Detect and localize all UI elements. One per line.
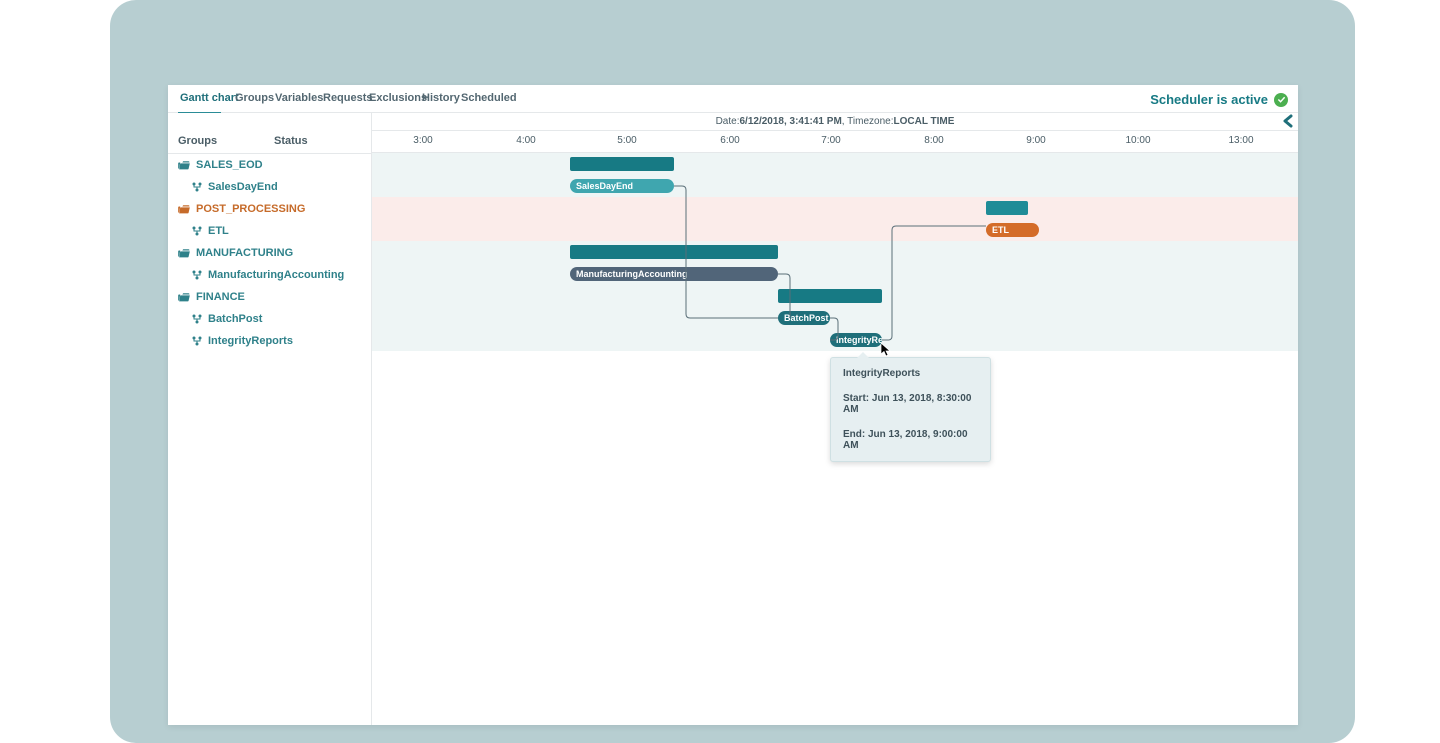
tick: 6:00 [720,135,739,146]
tz-value: LOCAL TIME [893,116,954,127]
tick: 4:00 [516,135,535,146]
folder-open-icon [178,292,190,302]
tick: 10:00 [1125,135,1150,146]
group-sales-eod[interactable]: SALES_EOD [168,154,371,176]
gantt-chart-area: Date:6/12/2018, 3:41:41 PM, Timezone:LOC… [372,113,1298,725]
tz-label: , Timezone: [842,116,894,127]
tick: 13:00 [1228,135,1253,146]
tick: 3:00 [413,135,432,146]
time-axis: 3:00 4:00 5:00 6:00 7:00 8:00 9:00 10:00… [372,131,1298,153]
job-salesdayend[interactable]: SalesDayEnd [168,176,371,198]
tooltip-title: IntegrityReports [843,368,978,379]
branch-icon [192,314,202,324]
group-manufacturing[interactable]: MANUFACTURING [168,242,371,264]
dependency-lines [372,153,1298,373]
date-value: 6/12/2018, 3:41:41 PM [739,116,841,127]
tab-gantt-chart[interactable]: Gantt chart [180,92,239,104]
group-label: MANUFACTURING [196,247,293,259]
job-etl[interactable]: ETL [168,220,371,242]
tick: 5:00 [617,135,636,146]
tab-requests[interactable]: Requests [323,92,373,104]
branch-icon [192,226,202,236]
cursor-arrow-icon [881,343,893,357]
job-label: ManufacturingAccounting [208,269,344,281]
branch-icon [192,182,202,192]
job-label: IntegrityReports [208,335,293,347]
check-circle-icon [1274,93,1288,107]
tab-scheduled[interactable]: Scheduled [461,92,517,104]
tooltip-end: End: Jun 13, 2018, 9:00:00 AM [843,429,978,451]
folder-open-icon [178,248,190,258]
sidebar-header: Groups Status [168,113,371,154]
info-bar: Date:6/12/2018, 3:41:41 PM, Timezone:LOC… [372,113,1298,131]
group-label: FINANCE [196,291,245,303]
tick: 7:00 [821,135,840,146]
job-label: ETL [208,225,229,237]
job-integrityreports[interactable]: IntegrityReports [168,330,371,352]
folder-open-icon [178,160,190,170]
job-label: SalesDayEnd [208,181,278,193]
tab-bar: Gantt chart Groups Variables Requests Ex… [168,85,1298,113]
tab-history[interactable]: History [422,92,460,104]
tab-groups[interactable]: Groups [235,92,274,104]
branch-icon [192,336,202,346]
job-batchpost[interactable]: BatchPost [168,308,371,330]
job-manufacturingaccounting[interactable]: ManufacturingAccounting [168,264,371,286]
group-finance[interactable]: FINANCE [168,286,371,308]
tick: 8:00 [924,135,943,146]
tooltip: IntegrityReports Start: Jun 13, 2018, 8:… [830,357,991,462]
header-status: Status [274,135,308,147]
tooltip-start: Start: Jun 13, 2018, 8:30:00 AM [843,393,978,415]
header-groups: Groups [178,135,217,147]
tick: 9:00 [1026,135,1045,146]
group-label: SALES_EOD [196,159,263,171]
date-label: Date: [716,116,740,127]
group-post-processing[interactable]: POST_PROCESSING [168,198,371,220]
tab-variables[interactable]: Variables [275,92,323,104]
sidebar: Groups Status SALES_EOD SalesDayEnd POST… [168,113,372,725]
job-label: BatchPost [208,313,262,325]
group-label: POST_PROCESSING [196,203,305,215]
tab-exclusions[interactable]: Exclusions [369,92,427,104]
scheduler-status: Scheduler is active [1150,92,1288,107]
folder-open-icon [178,204,190,214]
scheduler-status-text: Scheduler is active [1150,92,1268,107]
arrow-left-icon[interactable] [1282,114,1296,128]
branch-icon [192,270,202,280]
